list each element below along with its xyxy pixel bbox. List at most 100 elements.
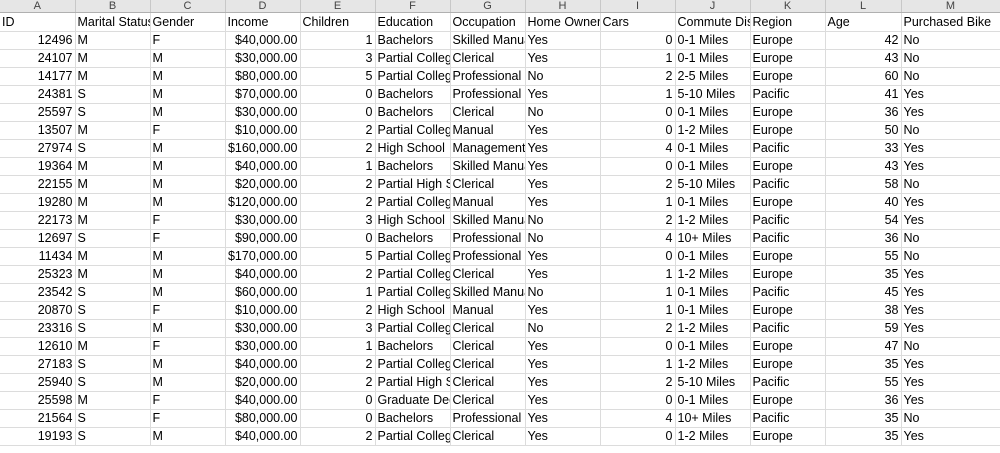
- cell-gender[interactable]: F: [150, 229, 226, 248]
- spreadsheet-grid[interactable]: A B C D E F G H I J K L M ID Marital Sta…: [0, 0, 1000, 453]
- cell-home-owner[interactable]: Yes: [525, 139, 601, 158]
- cell-gender[interactable]: M: [150, 157, 226, 176]
- cell-income[interactable]: $30,000.00: [225, 211, 301, 230]
- cell-region[interactable]: Europe: [750, 49, 826, 68]
- cell-education[interactable]: Partial College: [375, 67, 451, 86]
- cell-region[interactable]: Europe: [750, 247, 826, 266]
- cell-id[interactable]: 19364: [0, 157, 76, 176]
- cell-commute-distance[interactable]: 1-2 Miles: [675, 121, 751, 140]
- cell-age[interactable]: 35: [825, 355, 902, 374]
- cell-commute-distance[interactable]: 5-10 Miles: [675, 85, 751, 104]
- cell-marital-status[interactable]: M: [75, 175, 151, 194]
- cell-home-owner[interactable]: Yes: [525, 85, 601, 104]
- column-header-f[interactable]: F: [375, 0, 451, 13]
- column-header-j[interactable]: J: [675, 0, 751, 13]
- cell-home-owner[interactable]: Yes: [525, 121, 601, 140]
- cell-cars[interactable]: 1: [600, 193, 676, 212]
- cell-region[interactable]: Europe: [750, 121, 826, 140]
- cell-marital-status[interactable]: M: [75, 157, 151, 176]
- cell-children[interactable]: 2: [300, 355, 376, 374]
- cell-region[interactable]: Europe: [750, 301, 826, 320]
- cell-income[interactable]: $20,000.00: [225, 373, 301, 392]
- cell-home-owner[interactable]: Yes: [525, 193, 601, 212]
- cell-home-owner[interactable]: Yes: [525, 247, 601, 266]
- cell-marital-status[interactable]: S: [75, 427, 151, 446]
- cell-marital-status[interactable]: S: [75, 103, 151, 122]
- cell-purchased-bike[interactable]: Yes: [901, 193, 1000, 212]
- cell-purchased-bike[interactable]: No: [901, 49, 1000, 68]
- cell-commute-distance[interactable]: 1-2 Miles: [675, 355, 751, 374]
- cell-education[interactable]: Bachelors: [375, 337, 451, 356]
- cell-marital-status[interactable]: S: [75, 283, 151, 302]
- cell-gender[interactable]: M: [150, 49, 226, 68]
- cell-home-owner[interactable]: Yes: [525, 355, 601, 374]
- header-cell-age[interactable]: Age: [825, 12, 902, 32]
- cell-children[interactable]: 3: [300, 211, 376, 230]
- cell-purchased-bike[interactable]: Yes: [901, 301, 1000, 320]
- cell-marital-status[interactable]: M: [75, 121, 151, 140]
- cell-cars[interactable]: 0: [600, 427, 676, 446]
- cell-cars[interactable]: 0: [600, 337, 676, 356]
- cell-income[interactable]: $160,000.00: [225, 139, 301, 158]
- cell-commute-distance[interactable]: 0-1 Miles: [675, 301, 751, 320]
- cell-gender[interactable]: F: [150, 301, 226, 320]
- cell-commute-distance[interactable]: 0-1 Miles: [675, 337, 751, 356]
- cell-region[interactable]: Pacific: [750, 409, 826, 428]
- cell-cars[interactable]: 0: [600, 391, 676, 410]
- cell-cars[interactable]: 0: [600, 247, 676, 266]
- cell-purchased-bike[interactable]: Yes: [901, 391, 1000, 410]
- cell-commute-distance[interactable]: 5-10 Miles: [675, 373, 751, 392]
- cell-marital-status[interactable]: S: [75, 229, 151, 248]
- cell-income[interactable]: $170,000.00: [225, 247, 301, 266]
- cell-children[interactable]: 2: [300, 193, 376, 212]
- column-header-d[interactable]: D: [225, 0, 301, 13]
- cell-age[interactable]: 35: [825, 427, 902, 446]
- cell-age[interactable]: 36: [825, 229, 902, 248]
- column-header-l[interactable]: L: [825, 0, 902, 13]
- cell-cars[interactable]: 1: [600, 49, 676, 68]
- cell-gender[interactable]: F: [150, 211, 226, 230]
- cell-age[interactable]: 43: [825, 157, 902, 176]
- cell-income[interactable]: $80,000.00: [225, 67, 301, 86]
- header-cell-education[interactable]: Education: [375, 12, 451, 32]
- cell-marital-status[interactable]: M: [75, 391, 151, 410]
- cell-children[interactable]: 1: [300, 157, 376, 176]
- header-cell-gender[interactable]: Gender: [150, 12, 226, 32]
- cell-gender[interactable]: M: [150, 193, 226, 212]
- cell-id[interactable]: 25940: [0, 373, 76, 392]
- cell-purchased-bike[interactable]: No: [901, 247, 1000, 266]
- header-cell-cars[interactable]: Cars: [600, 12, 676, 32]
- cell-home-owner[interactable]: No: [525, 229, 601, 248]
- cell-children[interactable]: 1: [300, 31, 376, 50]
- cell-region[interactable]: Europe: [750, 265, 826, 284]
- cell-commute-distance[interactable]: 1-2 Miles: [675, 211, 751, 230]
- cell-home-owner[interactable]: Yes: [525, 391, 601, 410]
- cell-purchased-bike[interactable]: Yes: [901, 157, 1000, 176]
- cell-gender[interactable]: M: [150, 265, 226, 284]
- cell-occupation[interactable]: Manual: [450, 121, 526, 140]
- cell-income[interactable]: $40,000.00: [225, 157, 301, 176]
- cell-home-owner[interactable]: Yes: [525, 301, 601, 320]
- cell-id[interactable]: 19280: [0, 193, 76, 212]
- cell-region[interactable]: Europe: [750, 67, 826, 86]
- cell-cars[interactable]: 1: [600, 85, 676, 104]
- cell-children[interactable]: 3: [300, 319, 376, 338]
- cell-occupation[interactable]: Clerical: [450, 373, 526, 392]
- cell-occupation[interactable]: Clerical: [450, 175, 526, 194]
- cell-id[interactable]: 13507: [0, 121, 76, 140]
- cell-commute-distance[interactable]: 0-1 Miles: [675, 283, 751, 302]
- cell-gender[interactable]: M: [150, 247, 226, 266]
- cell-home-owner[interactable]: Yes: [525, 337, 601, 356]
- cell-age[interactable]: 41: [825, 85, 902, 104]
- cell-occupation[interactable]: Clerical: [450, 391, 526, 410]
- cell-home-owner[interactable]: Yes: [525, 409, 601, 428]
- cell-children[interactable]: 0: [300, 409, 376, 428]
- cell-age[interactable]: 40: [825, 193, 902, 212]
- cell-occupation[interactable]: Professional: [450, 409, 526, 428]
- cell-children[interactable]: 2: [300, 139, 376, 158]
- cell-purchased-bike[interactable]: Yes: [901, 355, 1000, 374]
- cell-cars[interactable]: 0: [600, 121, 676, 140]
- cell-cars[interactable]: 2: [600, 319, 676, 338]
- cell-education[interactable]: High School: [375, 211, 451, 230]
- cell-commute-distance[interactable]: 0-1 Miles: [675, 139, 751, 158]
